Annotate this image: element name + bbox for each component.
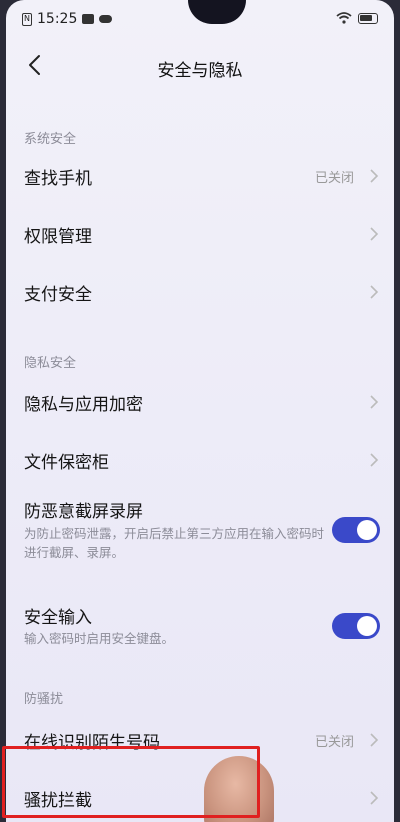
row-file-safe-label: 文件保密柜 (24, 452, 109, 473)
anti-screenshot-toggle[interactable] (332, 517, 380, 543)
row-secure-input-label: 安全输入 (24, 608, 92, 628)
row-find-phone-value: 已关闭 (314, 170, 354, 186)
sim-icon: N (22, 12, 32, 26)
page-title: 安全与隐私 (157, 61, 243, 81)
settings-screen: N 15:25 安全与隐私 系统安全 查找手机 已关闭 权限管理 支付安全 隐私… (6, 0, 394, 822)
secure-input-toggle[interactable] (332, 613, 380, 639)
row-file-safe[interactable]: 文件保密柜 (6, 434, 394, 486)
row-find-phone[interactable]: 查找手机 已关闭 (6, 150, 394, 202)
status-left: N 15:25 (22, 11, 113, 27)
status-time: 15:25 (37, 11, 78, 27)
toggle-knob (357, 616, 377, 636)
row-anti-screenshot-desc: 为防止密码泄露，开启后禁止第三方应用在输入密码时进行截屏、录屏。 (24, 526, 325, 560)
row-find-phone-label: 查找手机 (24, 168, 92, 189)
chevron-right-icon (368, 452, 380, 468)
chevron-right-icon (368, 226, 380, 242)
row-privacy-encrypt[interactable]: 隐私与应用加密 (6, 376, 394, 428)
mail-icon (82, 14, 95, 24)
highlight-box (2, 746, 260, 818)
row-payment[interactable]: 支付安全 (6, 266, 394, 318)
status-right (336, 12, 378, 24)
section-system-security: 系统安全 (24, 132, 77, 147)
row-permission-label: 权限管理 (24, 226, 92, 247)
header: 安全与隐私 (6, 40, 394, 94)
cloud-icon (99, 15, 113, 23)
row-payment-label: 支付安全 (24, 284, 92, 305)
chevron-right-icon (368, 732, 380, 748)
row-permission[interactable]: 权限管理 (6, 208, 394, 260)
chevron-right-icon (368, 284, 380, 300)
row-privacy-encrypt-label: 隐私与应用加密 (24, 394, 143, 415)
status-bar: N 15:25 (6, 0, 394, 40)
row-anti-screenshot-label: 防恶意截屏录屏 (24, 502, 143, 522)
camera-notch (188, 0, 246, 24)
toggle-knob (357, 520, 377, 540)
section-anti-harass: 防骚扰 (24, 692, 64, 707)
wifi-icon (336, 12, 352, 24)
battery-icon (358, 12, 378, 24)
chevron-right-icon (368, 394, 380, 410)
chevron-right-icon (368, 790, 380, 806)
row-secure-input-desc: 输入密码时启用安全键盘。 (24, 631, 175, 646)
chevron-right-icon (368, 168, 380, 184)
section-privacy-security: 隐私安全 (24, 356, 77, 371)
row-online-identify-value: 已关闭 (314, 734, 354, 750)
